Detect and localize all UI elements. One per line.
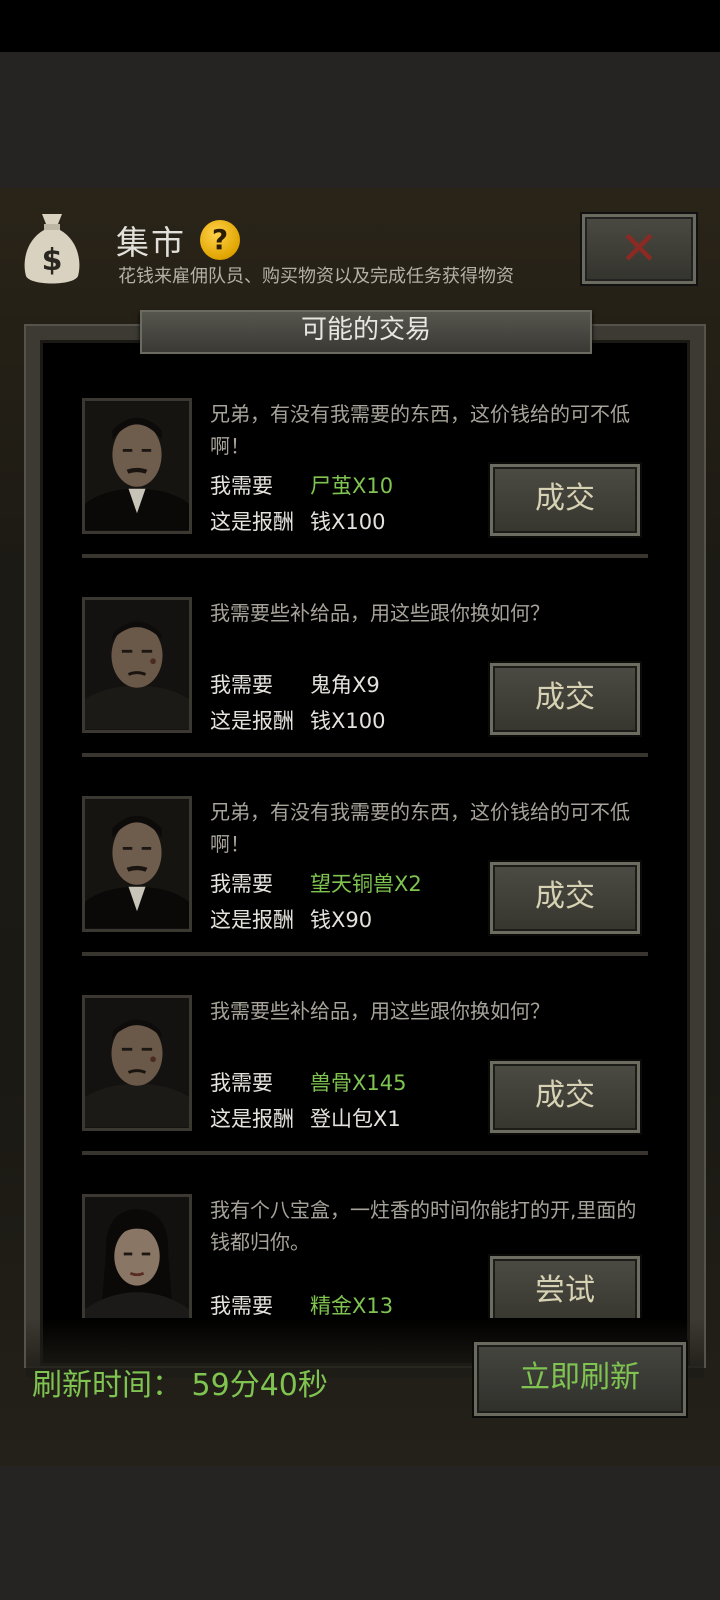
trade-message: 兄弟，有没有我需要的东西，这价钱给的可不低啊！ xyxy=(210,402,630,458)
try-button[interactable]: 尝试 xyxy=(490,1256,640,1318)
deal-button[interactable]: 成交 xyxy=(490,862,640,934)
market-panel: $ 集市 ? 花钱来雇佣队员、购买物资以及完成任务获得物资 ✕ 兄弟，有没有我需… xyxy=(0,188,720,1466)
need-label: 我需要 xyxy=(210,872,273,896)
need-value: 精金X13 xyxy=(310,1294,394,1318)
man-mustache-portrait xyxy=(82,796,192,932)
need-value: 兽骨X145 xyxy=(310,1071,407,1095)
status-bar-area xyxy=(0,52,720,188)
refresh-timer: 刷新时间： 59分40秒 xyxy=(32,1368,328,1403)
section-title: 可能的交易 xyxy=(140,310,592,354)
help-icon[interactable]: ? xyxy=(200,220,240,260)
reward-label: 这是报酬 xyxy=(210,908,294,932)
trade-list[interactable]: 兄弟，有没有我需要的东西，这价钱给的可不低啊！ 我需要 尸茧X10 这是报酬 钱… xyxy=(82,398,648,1318)
reward-value: 钱X100 xyxy=(310,510,386,534)
refresh-now-button[interactable]: 立即刷新 xyxy=(474,1342,686,1416)
trade-item: 兄弟，有没有我需要的东西，这价钱给的可不低啊！ 我需要 尸茧X10 这是报酬 钱… xyxy=(82,398,648,597)
trade-message: 我有个八宝盒，一炷香的时间你能打的开,里面的钱都归你。 xyxy=(210,1198,637,1254)
trade-item: 兄弟，有没有我需要的东西，这价钱给的可不低啊！ 我需要 望天铜兽X2 这是报酬 … xyxy=(82,796,648,995)
trade-item: 我需要些补给品，用这些跟你换如何？ 我需要 鬼角X9 这是报酬 钱X100 成交 xyxy=(82,597,648,796)
man-mustache-portrait xyxy=(82,398,192,534)
close-button[interactable]: ✕ xyxy=(582,214,696,284)
need-value: 望天铜兽X2 xyxy=(310,872,422,896)
trade-message: 我需要些补给品，用这些跟你换如何？ xyxy=(210,601,550,625)
divider xyxy=(82,554,648,558)
reward-label: 这是报酬 xyxy=(210,1107,294,1131)
need-label: 我需要 xyxy=(210,673,273,697)
reward-value: 登山包X1 xyxy=(310,1107,401,1131)
trade-message: 我需要些补给品，用这些跟你换如何？ xyxy=(210,999,550,1023)
navigation-bar-area xyxy=(0,1466,720,1600)
need-value: 鬼角X9 xyxy=(310,673,380,697)
trade-message: 兄弟，有没有我需要的东西，这价钱给的可不低啊！ xyxy=(210,800,630,856)
divider xyxy=(82,1151,648,1155)
page-subtitle: 花钱来雇佣队员、购买物资以及完成任务获得物资 xyxy=(118,266,514,287)
deal-button[interactable]: 成交 xyxy=(490,663,640,735)
reward-label: 这是报酬 xyxy=(210,709,294,733)
reward-value: 钱X90 xyxy=(310,908,373,932)
need-label: 我需要 xyxy=(210,474,273,498)
divider xyxy=(82,952,648,956)
trade-item: 我需要些补给品，用这些跟你换如何？ 我需要 兽骨X145 这是报酬 登山包X1 … xyxy=(82,995,648,1194)
need-label: 我需要 xyxy=(210,1071,273,1095)
reward-label: 这是报酬 xyxy=(210,510,294,534)
reward-value: 钱X100 xyxy=(310,709,386,733)
need-label: 我需要 xyxy=(210,1294,273,1318)
deal-button[interactable]: 成交 xyxy=(490,464,640,536)
man-bruised-portrait xyxy=(82,597,192,733)
page-title: 集市 xyxy=(116,223,186,262)
money-bag-icon: $ xyxy=(20,210,84,288)
woman-portrait xyxy=(82,1194,192,1318)
man-bruised-portrait xyxy=(82,995,192,1131)
deal-button[interactable]: 成交 xyxy=(490,1061,640,1133)
need-value: 尸茧X10 xyxy=(310,474,394,498)
svg-text:$: $ xyxy=(42,243,63,278)
trade-item: 我有个八宝盒，一炷香的时间你能打的开,里面的钱都归你。 我需要 精金X13 尝试 xyxy=(82,1194,648,1318)
divider xyxy=(82,753,648,757)
